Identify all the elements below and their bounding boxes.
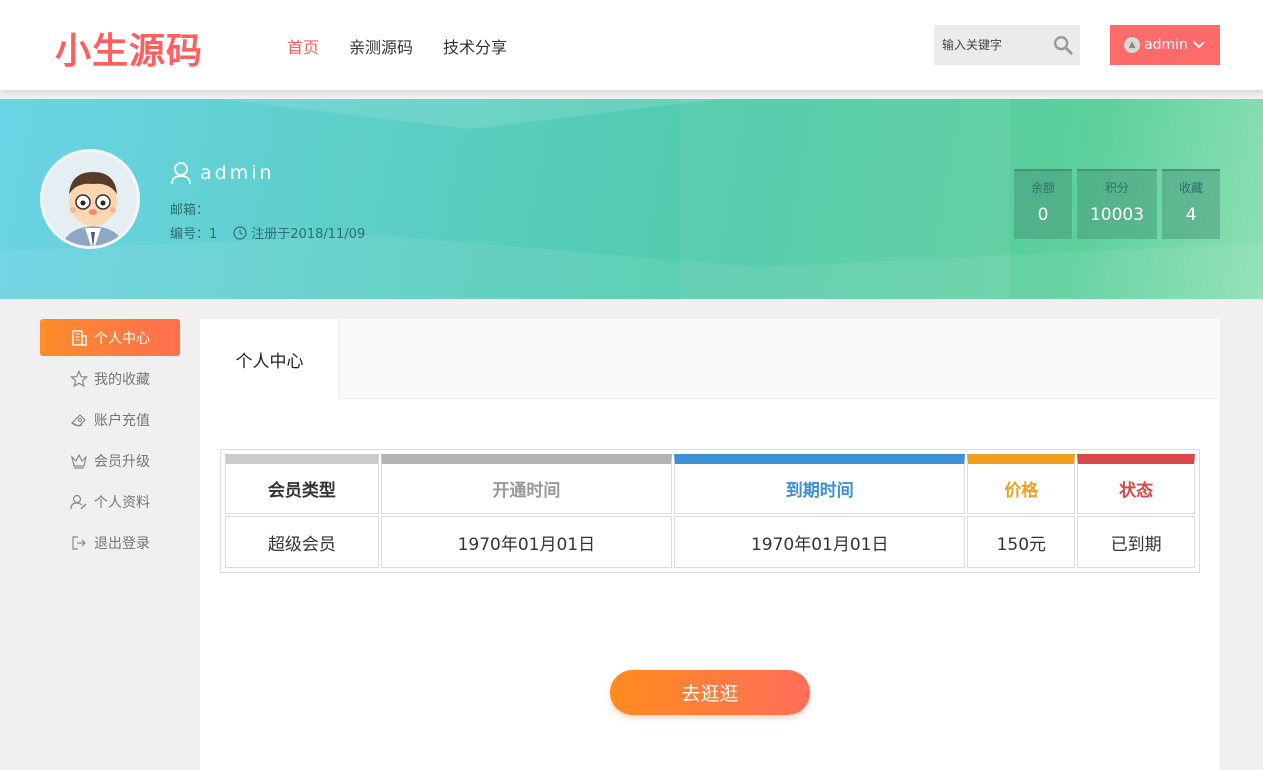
stat-points: 积分 10003	[1077, 169, 1157, 239]
column-header-start: 开通时间	[380, 454, 673, 514]
crown-icon	[70, 453, 88, 469]
column-header-status: 状态	[1077, 454, 1195, 514]
cell-type: 超级会员	[225, 516, 379, 568]
sidebar-item-label: 个人资料	[94, 494, 150, 511]
sidebar-item-profile[interactable]: 个人资料	[40, 483, 180, 520]
user-menu-label: admin	[1144, 37, 1188, 53]
avatar-cartoon-icon	[43, 152, 137, 246]
profile-number: 编号：1	[170, 227, 218, 242]
star-icon	[70, 369, 88, 387]
profile-registered-text: 注册于2018/11/09	[251, 227, 366, 242]
avatar	[40, 149, 140, 249]
stat-points-label: 积分	[1104, 181, 1129, 195]
cell-start: 1970年01月01日	[380, 516, 673, 568]
stat-favorites: 收藏 4	[1162, 169, 1220, 239]
user-menu-button[interactable]: ▲ admin	[1110, 25, 1220, 65]
sidebar-item-favorites[interactable]: 我的收藏	[40, 360, 180, 397]
tab-bar: 个人中心	[200, 319, 1220, 400]
site-logo[interactable]: 小生源码	[55, 22, 203, 74]
search-input[interactable]	[934, 38, 1044, 52]
vip-table: 会员类型 开通时间 到期时间 价格 状态 超级会员 1970年01月01日 19…	[220, 449, 1200, 573]
stat-points-value: 10003	[1089, 205, 1145, 225]
profile-username: admin	[170, 161, 275, 185]
nav-item-home[interactable]: 首页	[287, 34, 319, 58]
cell-status: 已到期	[1077, 516, 1195, 568]
browse-button[interactable]: 去逛逛	[610, 670, 810, 715]
profile-stats: 余额 0 积分 10003 收藏 4	[1014, 169, 1220, 239]
main-nav: 首页 亲测源码 技术分享	[287, 34, 507, 58]
search-icon[interactable]	[1052, 34, 1074, 56]
sidebar-item-logout[interactable]: 退出登录	[40, 524, 180, 561]
profile-email: 邮箱：	[170, 203, 210, 218]
sidebar-item-label: 个人中心	[94, 330, 150, 347]
logout-icon	[72, 535, 86, 550]
cell-price: 150元	[967, 516, 1076, 568]
user-icon	[171, 162, 191, 185]
profile-meta: 编号：1 注册于2018/11/09	[170, 223, 365, 242]
cell-expire: 1970年01月01日	[674, 516, 966, 568]
stat-favorites-value: 4	[1185, 205, 1197, 225]
chevron-down-icon	[1193, 41, 1205, 49]
sidebar: 个人中心 我的收藏 账户充值 会员升级 个人资料 退出登录	[40, 319, 180, 565]
search-box	[934, 25, 1080, 65]
stat-favorites-label: 收藏	[1178, 181, 1203, 195]
building-icon	[72, 329, 87, 346]
profile-registered: 注册于2018/11/09	[233, 223, 365, 242]
sidebar-item-label: 账户充值	[94, 412, 150, 429]
nav-item-tech-share[interactable]: 技术分享	[443, 34, 507, 58]
profile-banner: admin 邮箱： 编号：1 注册于2018/11/09 余额 0 积分 100…	[0, 99, 1263, 299]
column-header-expire: 到期时间	[674, 454, 966, 514]
user-edit-icon	[70, 494, 87, 509]
nav-item-tested-source[interactable]: 亲测源码	[349, 34, 413, 58]
column-header-price: 价格	[967, 454, 1076, 514]
stat-balance-label: 余额	[1030, 181, 1055, 195]
sidebar-item-recharge[interactable]: 账户充值	[40, 401, 180, 438]
stat-balance: 余额 0	[1014, 169, 1072, 239]
column-header-type: 会员类型	[225, 454, 379, 514]
sidebar-item-label: 会员升级	[94, 453, 150, 470]
table-row: 超级会员 1970年01月01日 1970年01月01日 150元 已到期	[225, 516, 1195, 568]
sidebar-item-label: 退出登录	[94, 535, 150, 552]
wallet-icon	[70, 413, 86, 427]
main-panel: 个人中心 会员类型 开通时间 到期时间 价格 状态 超级会员 1970年01月0…	[200, 319, 1220, 770]
shield-icon: ▲	[1124, 37, 1141, 53]
tab-personal-center[interactable]: 个人中心	[200, 319, 340, 400]
sidebar-item-vip-upgrade[interactable]: 会员升级	[40, 442, 180, 479]
table-header-row: 会员类型 开通时间 到期时间 价格 状态	[225, 454, 1195, 514]
top-header: 小生源码 首页 亲测源码 技术分享 ▲ admin	[0, 0, 1263, 90]
sidebar-item-personal-center[interactable]: 个人中心	[40, 319, 180, 356]
sidebar-item-label: 我的收藏	[94, 371, 150, 388]
profile-username-text: admin	[200, 162, 275, 184]
stat-balance-value: 0	[1037, 205, 1049, 225]
clock-icon	[233, 225, 247, 240]
